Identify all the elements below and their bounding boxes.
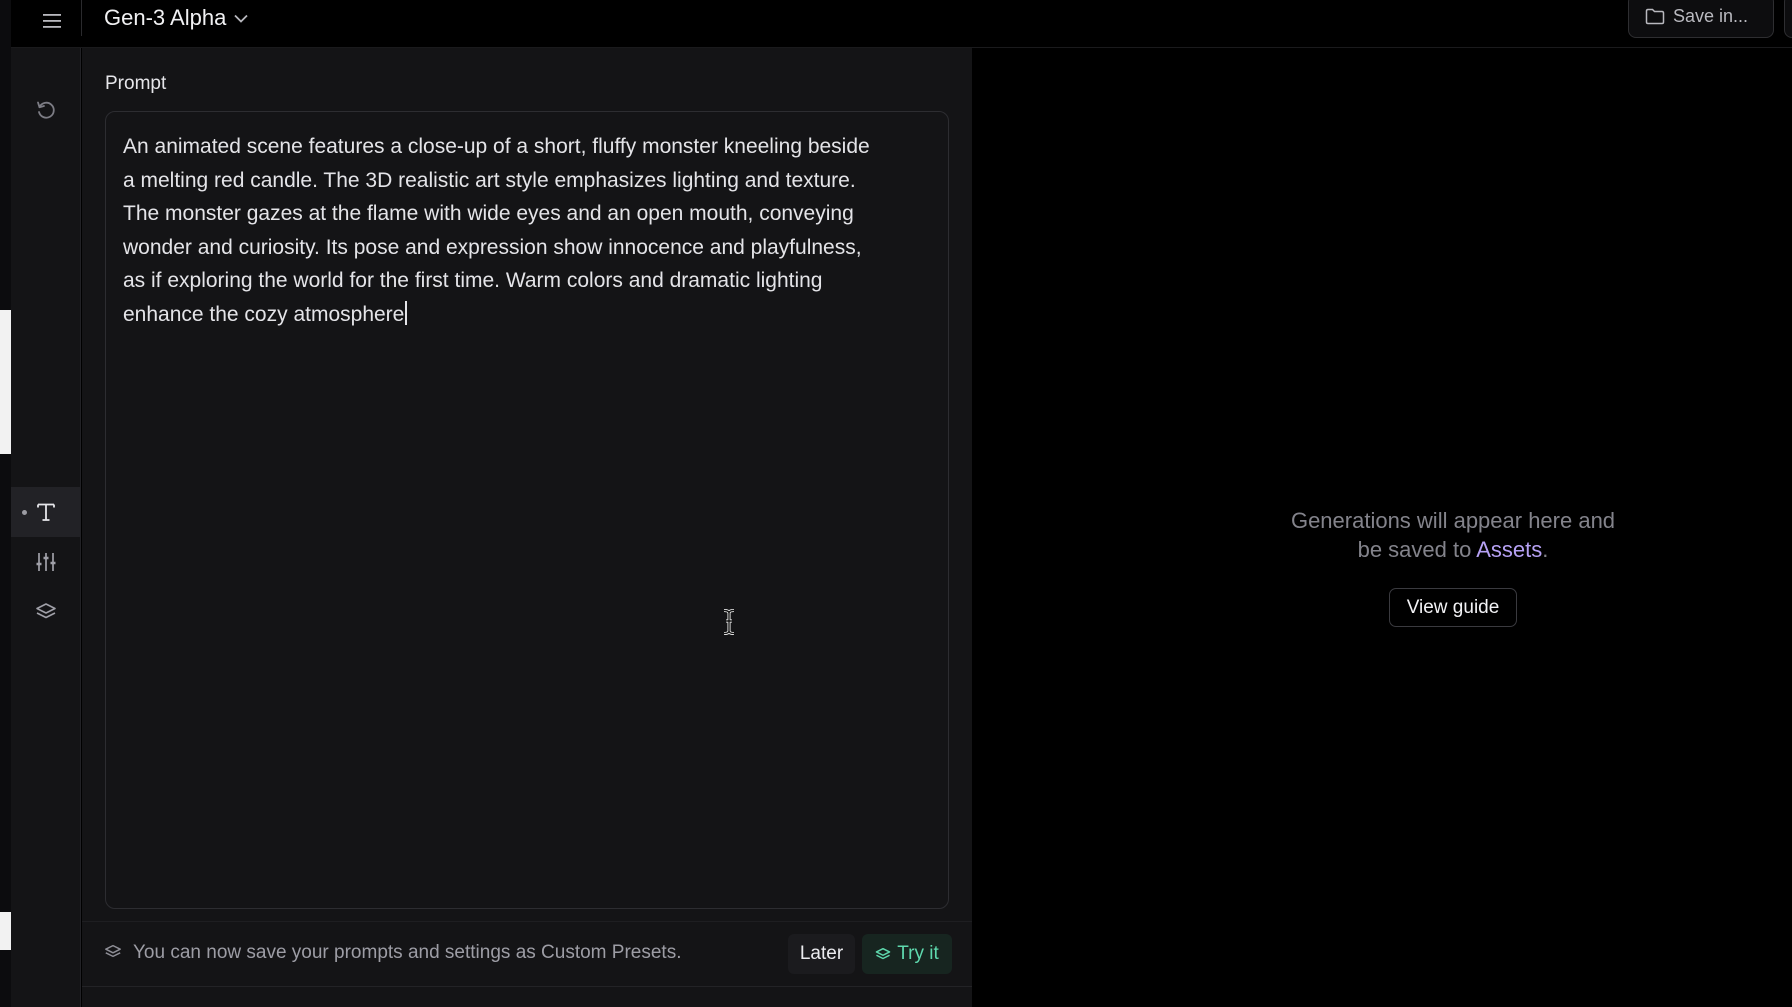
text-mode-button[interactable]: [11, 487, 81, 537]
text-caret: [405, 300, 408, 325]
history-icon: [37, 101, 55, 119]
layers-icon: [36, 603, 56, 619]
notice-text: You can now save your prompts and settin…: [133, 942, 682, 963]
try-it-button[interactable]: Try it: [862, 934, 952, 974]
settings-button[interactable]: [11, 537, 81, 587]
try-it-label: Try it: [897, 943, 939, 964]
hamburger-icon: [43, 14, 61, 28]
save-in-label: Save in...: [1673, 5, 1749, 26]
empty-state-suffix: .: [1542, 537, 1549, 562]
folder-icon: [1645, 8, 1665, 24]
sliders-icon: [36, 553, 56, 571]
empty-state-line-2: be saved to Assets.: [1173, 535, 1733, 564]
chevron-down-icon: [234, 14, 248, 23]
text-icon: [37, 503, 55, 521]
tool-rail: [11, 48, 81, 1007]
prompt-panel: Prompt An animated scene features a clos…: [82, 48, 972, 1007]
presets-notice: You can now save your prompts and settin…: [82, 921, 972, 987]
empty-state-line-1: Generations will appear here and: [1290, 508, 1616, 533]
model-name: Gen-3 Alpha: [104, 5, 227, 30]
empty-state-message: Generations will appear here and be save…: [1173, 506, 1733, 564]
assets-link[interactable]: Assets: [1476, 537, 1542, 562]
generations-area: Generations will appear here and be save…: [972, 48, 1792, 1007]
text-cursor-icon: [723, 609, 735, 635]
background-window-fragment: [0, 310, 11, 454]
layers-icon: [105, 944, 121, 958]
overflow-button[interactable]: [1784, 0, 1792, 38]
divider: [81, 0, 82, 36]
history-button[interactable]: [11, 85, 81, 135]
background-window-edge: [0, 0, 11, 1007]
view-guide-button[interactable]: View guide: [1389, 588, 1517, 627]
background-window-fragment-lower: [0, 912, 11, 950]
prompt-text: An animated scene features a close-up of…: [123, 135, 870, 326]
menu-button[interactable]: [37, 6, 67, 36]
save-in-button[interactable]: Save in...: [1628, 0, 1774, 38]
top-bar: Gen-3 Alpha Save in...: [11, 0, 1792, 48]
model-selector[interactable]: Gen-3 Alpha: [104, 2, 248, 34]
presets-button[interactable]: [11, 587, 81, 637]
prompt-label: Prompt: [105, 73, 167, 94]
empty-state-prefix: be saved to: [1357, 537, 1477, 562]
later-button[interactable]: Later: [788, 934, 855, 974]
prompt-textarea[interactable]: An animated scene features a close-up of…: [105, 111, 949, 909]
layers-icon: [875, 947, 891, 959]
active-indicator: [22, 510, 27, 515]
